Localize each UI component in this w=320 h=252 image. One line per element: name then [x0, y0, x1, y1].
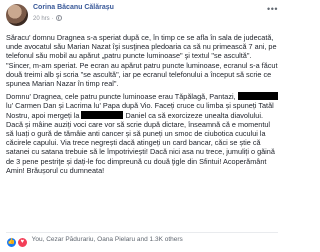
redaction-bar — [237, 92, 278, 101]
reactions-bar[interactable]: 👍 ♥ You, Cezar Pădurariu, Oana Pielaru a… — [6, 236, 278, 248]
post-meta: 20 hrs · — [33, 15, 62, 22]
redaction-bar — [81, 110, 124, 119]
reactions-text[interactable]: You, Cezar Pădurariu, Oana Pielaru and 1… — [32, 236, 183, 243]
post-paragraph: Săracu' domnu Dragnea s-a speriat după c… — [6, 33, 278, 89]
post-time[interactable]: 20 hrs — [33, 16, 50, 22]
post-text: Amin! Brăușorul cu dumneata! — [6, 165, 105, 175]
author-name[interactable]: Corina Băcanu Călărașu — [33, 4, 114, 11]
post-text: Domnu' Dragnea, cele patru puncte lumino… — [6, 92, 236, 102]
like-icon: 👍 — [6, 237, 17, 248]
more-options-icon[interactable]: ••• — [267, 4, 278, 14]
divider — [6, 232, 278, 233]
post-paragraph: Domnu' Dragnea, cele patru puncte lumino… — [6, 92, 278, 175]
facebook-post: Corina Băcanu Călărașu 20 hrs · ••• Sărac… — [0, 0, 284, 252]
globe-icon — [55, 15, 62, 21]
love-icon: ♥ — [16, 237, 28, 248]
avatar[interactable] — [6, 4, 28, 26]
post-body: Săracu' domnu Dragnea s-a speriat după c… — [6, 33, 278, 179]
post-header: Corina Băcanu Călărașu 20 hrs · ••• — [6, 4, 278, 28]
